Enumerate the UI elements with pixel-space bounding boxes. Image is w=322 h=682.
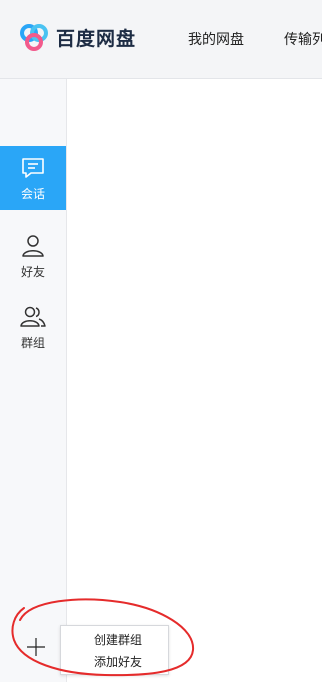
nav-transfer-list[interactable]: 传输列 <box>284 29 322 49</box>
sidebar-item-chat[interactable]: 会话 <box>0 146 66 210</box>
plus-icon[interactable] <box>25 636 47 658</box>
person-icon <box>22 235 44 257</box>
sidebar-item-friends[interactable]: 好友 <box>0 224 66 288</box>
sidebar-item-groups[interactable]: 群组 <box>0 295 66 359</box>
brand-name: 百度网盘 <box>56 27 137 50</box>
people-icon <box>20 306 46 327</box>
nav-my-netdisk[interactable]: 我的网盘 <box>188 29 244 49</box>
sidebar-item-label: 会话 <box>20 187 45 201</box>
sidebar-item-label: 群组 <box>20 336 45 350</box>
sidebar: 会话 好友 群组 <box>0 79 67 682</box>
app-header: 百度网盘 我的网盘 传输列 <box>0 0 322 79</box>
menu-item-create-group[interactable]: 创建群组 <box>94 631 142 648</box>
chat-bubble-icon <box>22 158 44 178</box>
baidu-netdisk-logo-icon <box>20 24 48 51</box>
logo[interactable]: 百度网盘 <box>17 23 136 51</box>
sidebar-item-label: 好友 <box>20 265 45 279</box>
menu-item-add-friend[interactable]: 添加好友 <box>94 653 142 670</box>
add-menu-popup: 创建群组 添加好友 <box>60 625 169 675</box>
